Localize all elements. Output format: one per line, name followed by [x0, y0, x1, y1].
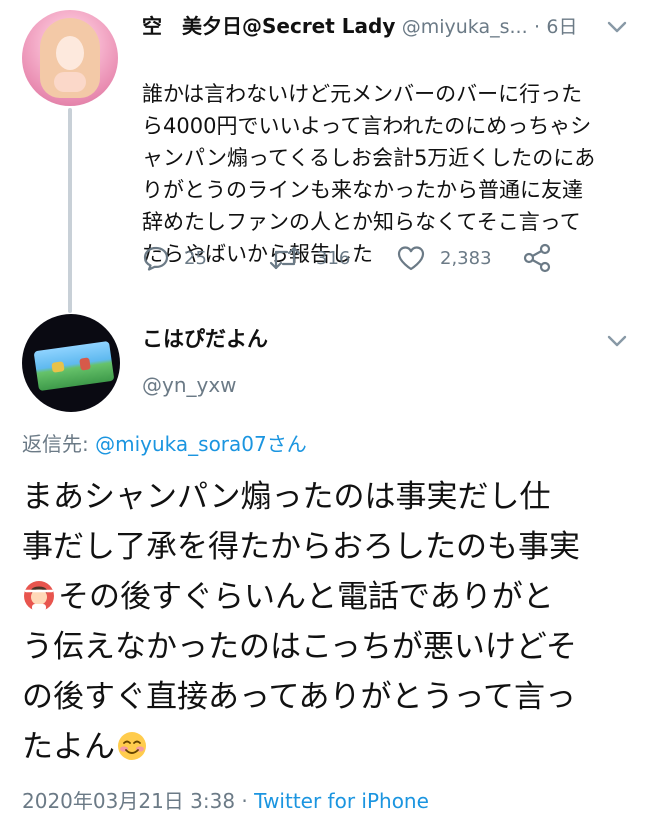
user-handle[interactable]: @yn_yxw — [142, 370, 237, 400]
separator-dot: · — [534, 16, 541, 38]
reply-count: 25 — [184, 247, 207, 269]
reply-prefix: 返信先: — [22, 432, 96, 456]
tweet-time[interactable]: 6日 — [546, 16, 577, 38]
tweet-text-line: りがとうのラインも来なかったから普通に友達 — [142, 178, 583, 202]
avatar[interactable] — [22, 314, 120, 412]
tweet-source-link[interactable]: Twitter for iPhone — [254, 789, 429, 813]
tweet-timestamp[interactable]: 2020年03月21日 3:38 — [22, 789, 235, 813]
tweet-meta: 2020年03月21日 3:38 · Twitter for iPhone — [22, 786, 429, 816]
like-count: 2,383 — [440, 247, 492, 269]
tweet-text-line: ャンパン煽ってくるしお会計5万近くしたのにあ — [142, 146, 596, 170]
thread-line — [68, 108, 72, 313]
tweet-text: まあシャンパン煽ったのは事実だし仕 事だし了承を得たからおろしたのも事実 その後… — [22, 472, 632, 772]
reply-mention-link[interactable]: @miyuka_sora07さん — [95, 432, 307, 456]
tweet-text-line: の後すぐ直接あってありがとうって言っ — [22, 679, 576, 715]
user-handle[interactable]: @miyuka_s... — [402, 16, 528, 38]
tweet-text-segment: たよん — [22, 729, 115, 765]
share-icon — [523, 243, 551, 273]
tweet-text-line: 誰かは言わないけど元メンバーのバーに行った — [142, 82, 583, 106]
meta-separator: · — [235, 789, 255, 813]
chevron-down-icon[interactable] — [606, 20, 628, 34]
tweet-text-line: その後すぐらいんと電話でありがと — [22, 572, 632, 622]
reply-icon — [143, 246, 169, 271]
retweet-count: 316 — [316, 247, 351, 269]
chevron-down-icon[interactable] — [606, 334, 628, 348]
share-button[interactable] — [522, 240, 552, 276]
tweet-text-line: まあシャンパン煽ったのは事実だし仕 — [22, 479, 551, 515]
person-gesturing-ok-emoji-icon — [24, 581, 54, 611]
reply-context: 返信先: @miyuka_sora07さん — [22, 428, 307, 460]
tweet-actions: 25 316 2,383 — [142, 240, 622, 276]
tweet-text-line: 辞めたしファンの人とか知らなくてそこ言って — [142, 210, 581, 234]
tweet-text-line: 事だし了承を得たからおろしたのも事実 — [22, 529, 580, 565]
retweet-button[interactable]: 316 — [268, 240, 350, 276]
smiling-face-blush-emoji-icon — [118, 732, 146, 760]
like-button[interactable]: 2,383 — [396, 240, 492, 276]
heart-icon — [397, 246, 425, 271]
tweet-text-line: ら4000円でいいよって言われたのにめっちゃシ — [142, 114, 592, 138]
tweet-text-segment: その後すぐらいんと電話でありがと — [58, 579, 554, 615]
avatar[interactable] — [22, 10, 118, 106]
display-name[interactable]: こはぴだよん — [142, 324, 268, 354]
tweet-text: 誰かは言わないけど元メンバーのバーに行った ら4000円でいいよって言われたのに… — [142, 46, 622, 270]
tweet-text-line: う伝えなかったのはこっちが悪いけどそ — [22, 629, 577, 665]
display-name[interactable]: 空 美夕日@Secret Lady — [142, 14, 395, 38]
reply-button[interactable]: 25 — [142, 240, 207, 276]
tweet-text-line: たよん — [22, 722, 632, 772]
tweet-header: 空 美夕日@Secret Lady @miyuka_s... · 6日 — [142, 12, 622, 40]
retweet-icon — [269, 246, 301, 270]
